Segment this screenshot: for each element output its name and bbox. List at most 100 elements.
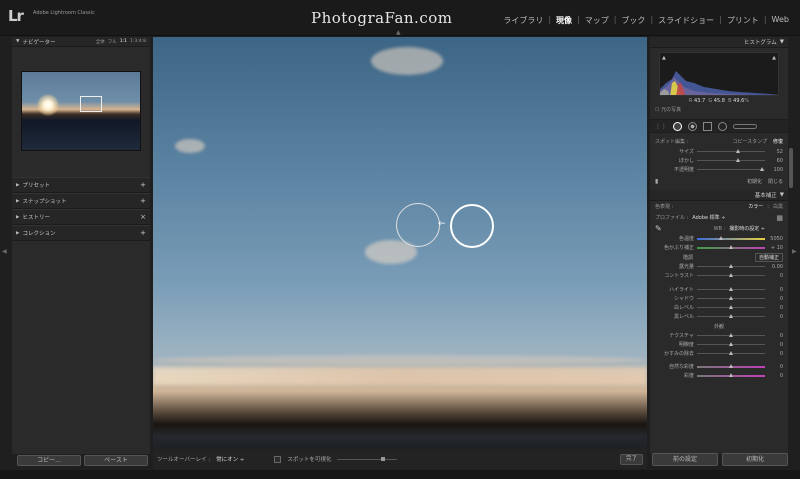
zoom-custom[interactable]: 1:3:4:8 — [130, 39, 146, 45]
reset-button[interactable]: 初期化 — [722, 453, 788, 466]
slider-value[interactable]: 0 — [765, 273, 783, 279]
done-button[interactable]: 完了 — [619, 453, 643, 465]
treatment-bw[interactable]: 白黒 — [773, 203, 783, 210]
slider-track[interactable] — [697, 273, 765, 277]
pin-icon[interactable]: ▮ — [655, 178, 658, 185]
zoom-1-1[interactable]: 1:1 — [120, 39, 127, 45]
highlight-clipping-icon[interactable]: ▲ — [772, 55, 776, 61]
slider-value[interactable]: 0 — [765, 314, 783, 320]
slider-track[interactable] — [697, 372, 765, 377]
slider-thumb[interactable] — [729, 244, 733, 249]
spot-source-circle[interactable] — [396, 203, 440, 247]
zoom-fit[interactable]: 全体 — [96, 39, 105, 45]
slider-value[interactable]: 0 — [765, 296, 783, 302]
slider-track[interactable] — [697, 314, 765, 318]
shadow-clipping-icon[interactable]: ▲ — [662, 55, 666, 61]
slider-track[interactable] — [697, 296, 765, 300]
slider-track[interactable] — [697, 305, 765, 309]
slider-value[interactable]: 100 — [765, 167, 783, 173]
right-panel-toggle-icon[interactable]: ▶ — [792, 248, 797, 255]
wb-select[interactable]: 撮影時の設定 ÷ — [729, 225, 765, 232]
slider-track[interactable] — [697, 235, 765, 240]
module-tab[interactable]: スライドショー — [653, 15, 719, 26]
slider-track[interactable] — [697, 167, 765, 171]
slider-value[interactable]: 0 — [765, 342, 783, 348]
slider-thumb[interactable] — [729, 305, 733, 309]
module-tab[interactable]: プリント — [722, 15, 764, 26]
slider-track[interactable] — [697, 363, 765, 368]
visualize-spots-checkbox[interactable] — [274, 455, 282, 463]
module-tab[interactable]: ライブラリ — [498, 15, 548, 26]
visualize-threshold-slider[interactable] — [337, 456, 398, 461]
slider-value[interactable]: + 10 — [765, 245, 783, 251]
left-section-header[interactable]: ▶ プリセット + — [12, 177, 150, 193]
slider-thumb[interactable] — [760, 167, 765, 171]
left-section-action[interactable]: + — [140, 229, 146, 237]
graduated-filter-icon[interactable] — [703, 121, 712, 131]
radial-filter-icon[interactable] — [718, 121, 727, 131]
zoom-fill[interactable]: フル — [108, 39, 117, 45]
slider-thumb[interactable] — [735, 158, 740, 162]
profile-select[interactable]: Adobe 標準 ÷ — [692, 214, 725, 221]
slider-value[interactable]: 52 — [765, 149, 783, 155]
navigator-viewport-box[interactable] — [80, 96, 102, 112]
slider-thumb[interactable] — [729, 287, 733, 291]
slider-thumb[interactable] — [729, 342, 733, 346]
slider-value[interactable]: 0.00 — [765, 264, 783, 270]
slider-thumb[interactable] — [729, 351, 733, 355]
slider-track[interactable] — [697, 264, 765, 268]
slider-track[interactable] — [697, 351, 765, 355]
slider-track[interactable] — [697, 244, 765, 249]
slider-value[interactable]: 60 — [765, 158, 783, 164]
profile-browser-icon[interactable]: ▦ — [776, 214, 783, 222]
slider-thumb[interactable] — [729, 372, 733, 377]
module-tab[interactable]: 現像 — [551, 15, 577, 26]
top-panel-toggle-icon[interactable]: ▲ — [396, 29, 401, 36]
left-panel-toggle-icon[interactable]: ◀ — [2, 248, 7, 255]
left-section-header[interactable]: ▶ ヒストリー × — [12, 209, 150, 225]
left-section-header[interactable]: ▶ スナップショット + — [12, 193, 150, 209]
slider-value[interactable]: 0 — [765, 373, 783, 379]
auto-tone-button[interactable]: 自動補正 — [754, 252, 783, 262]
photo-canvas[interactable]: ← — [153, 37, 647, 449]
slider-track[interactable] — [697, 149, 765, 153]
module-tab[interactable]: ブック — [616, 15, 650, 26]
slider-thumb[interactable] — [735, 149, 740, 153]
slider-thumb[interactable] — [381, 456, 386, 461]
slider-thumb[interactable] — [729, 314, 733, 318]
slider-track[interactable] — [697, 333, 765, 337]
slider-thumb[interactable] — [729, 333, 733, 337]
paste-settings-button[interactable]: ペースト — [84, 455, 148, 466]
module-tab[interactable]: Web — [767, 15, 794, 26]
red-eye-icon[interactable] — [688, 121, 697, 131]
slider-value[interactable]: 0 — [765, 333, 783, 339]
slider-value[interactable]: 0 — [765, 364, 783, 370]
navigator-header[interactable]: ▼ ナビゲーター 全体 フル 1:1 1:3:4:8 — [12, 37, 150, 47]
left-section-action[interactable]: + — [140, 197, 146, 205]
spot-mode-clone[interactable]: コピースタンプ — [732, 138, 767, 145]
slider-track[interactable] — [697, 287, 765, 291]
left-section-action[interactable]: × — [140, 213, 146, 221]
slider-value[interactable]: 0 — [765, 351, 783, 357]
copy-settings-button[interactable]: コピー... — [17, 455, 81, 466]
adjustment-brush-icon[interactable] — [733, 123, 757, 129]
spot-mode-heal[interactable]: 修復 — [773, 138, 783, 145]
tool-overlay-select[interactable]: 常にオン ÷ — [216, 455, 244, 463]
spot-target-circle[interactable] — [450, 204, 494, 248]
slider-value[interactable]: 0 — [765, 287, 783, 293]
spot-removal-icon[interactable] — [673, 121, 682, 131]
spot-reset-button[interactable]: 初期化 — [747, 178, 762, 185]
previous-settings-button[interactable]: 前の設定 — [652, 453, 718, 466]
slider-thumb[interactable] — [718, 235, 723, 240]
left-section-header[interactable]: ▶ コレクション + — [12, 225, 150, 241]
slider-thumb[interactable] — [729, 363, 733, 368]
original-photo-toggle[interactable]: ☐ 元の写真 — [650, 106, 788, 113]
navigator-preview[interactable] — [21, 71, 141, 151]
slider-thumb[interactable] — [729, 273, 733, 277]
right-panel-scrollbar[interactable] — [789, 148, 793, 188]
slider-thumb[interactable] — [729, 264, 733, 268]
slider-value[interactable]: 5050 — [765, 236, 783, 242]
crop-icon[interactable]: ⋮⋮ — [655, 123, 667, 130]
eyedropper-icon[interactable]: ✎ — [655, 224, 662, 233]
basic-header[interactable]: 基本補正 ▼ — [650, 190, 788, 201]
